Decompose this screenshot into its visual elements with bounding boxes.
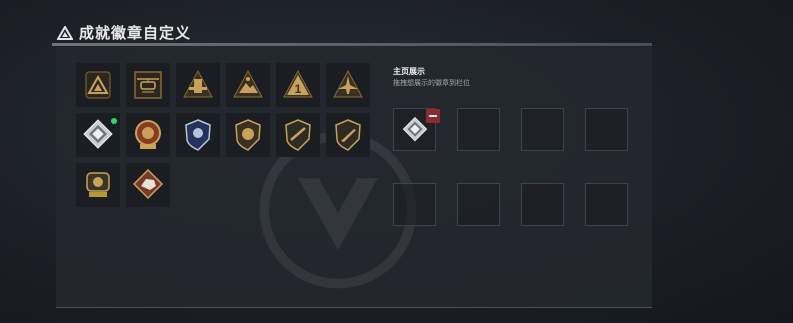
title-underline <box>52 43 652 46</box>
showcase-slot-empty[interactable] <box>521 183 564 226</box>
minus-icon <box>429 115 437 117</box>
medal-badge-icon <box>135 120 161 149</box>
svg-text:1: 1 <box>295 82 302 96</box>
showcase-slot-empty[interactable] <box>585 108 628 151</box>
badge-cell[interactable] <box>76 63 120 107</box>
tower-badge-icon <box>183 69 213 98</box>
remove-badge-button[interactable] <box>426 109 440 123</box>
showcase-slot-empty[interactable] <box>457 108 500 151</box>
badge-cell[interactable] <box>226 63 270 107</box>
police-shield-badge-icon <box>185 119 211 151</box>
title-wrap: 成就徽章自定义 <box>57 22 191 43</box>
triangle-badge-icon <box>85 71 111 99</box>
badge-cell[interactable] <box>326 63 370 107</box>
lion-shield-badge-icon <box>235 119 261 151</box>
number-one-badge-icon: 1 <box>283 69 313 98</box>
mountain-badge-icon <box>233 69 263 98</box>
badge-cell[interactable] <box>126 163 170 207</box>
badge-cell[interactable] <box>76 163 120 207</box>
badge-cell[interactable] <box>76 113 120 157</box>
helicopter-badge-icon <box>134 71 162 99</box>
knife-shield-badge-icon <box>335 119 361 151</box>
badge-cell[interactable] <box>126 63 170 107</box>
new-indicator-dot <box>111 118 117 124</box>
badge-cell[interactable] <box>326 113 370 157</box>
badge-cell[interactable] <box>276 113 320 157</box>
page-title: 成就徽章自定义 <box>79 25 192 42</box>
jet-badge-icon <box>333 69 363 98</box>
showcase-slot-empty[interactable] <box>521 108 564 151</box>
showcase-slot-empty[interactable] <box>393 183 436 226</box>
diamond-plate-badge-icon <box>402 116 427 141</box>
badge-cell[interactable] <box>126 113 170 157</box>
showcase-slot-filled[interactable] <box>393 108 440 151</box>
beast-badge-icon <box>132 168 164 200</box>
badge-cell[interactable] <box>176 63 220 107</box>
badge-cell[interactable] <box>226 113 270 157</box>
showcase-slot-empty[interactable] <box>585 183 628 226</box>
badge-cell[interactable]: 1 <box>276 63 320 107</box>
showcase-subtitle: 拖拽想展示的徽章到栏位 <box>393 80 470 87</box>
badge-cell[interactable] <box>176 113 220 157</box>
badge-grid: 1 <box>76 63 370 207</box>
achievement-triangle-icon <box>57 25 73 40</box>
showcase-slot-empty[interactable] <box>457 183 500 226</box>
crest-badge-icon <box>86 172 110 197</box>
showcase-slots <box>393 108 628 226</box>
rifle-shield-badge-icon <box>285 119 311 151</box>
showcase-title: 主页展示 <box>393 67 425 76</box>
